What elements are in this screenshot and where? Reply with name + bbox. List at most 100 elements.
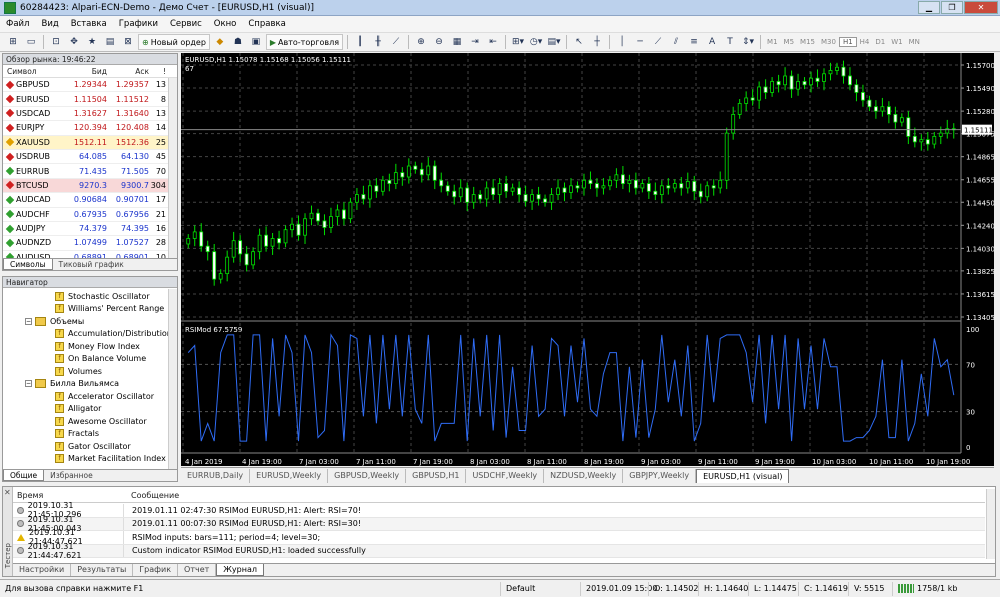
trendline-icon[interactable]: ⟋ (650, 34, 666, 50)
chart-tab[interactable]: USDCHF,Weekly (466, 469, 545, 483)
market-watch-row[interactable]: AUDJPY 74.379 74.395 16 (3, 222, 177, 237)
market-watch-row[interactable]: EURUSD 1.11504 1.11512 8 (3, 92, 177, 107)
vertical-line-icon[interactable]: │ (614, 34, 630, 50)
terminal-tab[interactable]: Настройки (13, 564, 72, 576)
tf-h1[interactable]: H1 (838, 37, 857, 47)
minimize-button[interactable]: ▁ (918, 1, 940, 14)
market-watch-row[interactable]: BTCUSD 9270.3 9300.7 304 (3, 178, 177, 194)
market-watch-row[interactable]: EURJPY 120.394 120.408 14 (3, 121, 177, 136)
market-watch-row[interactable]: USDRUB 64.085 64.130 45 (3, 150, 177, 165)
tf-m5[interactable]: M5 (781, 38, 798, 46)
tf-m15[interactable]: M15 (797, 38, 818, 46)
channel-icon[interactable]: ⫽ (668, 34, 684, 50)
market-watch-row[interactable]: USDCAD 1.31627 1.31640 13 (3, 107, 177, 122)
arrows-icon[interactable]: ⇕▾ (740, 34, 756, 50)
journal-scrollbar[interactable] (986, 489, 995, 559)
navigator-item[interactable]: − Объемы (3, 315, 177, 328)
tab-symbols[interactable]: Символы (3, 259, 53, 270)
market-watch-row[interactable]: EURRUB 71.435 71.505 70 (3, 164, 177, 179)
zoom-in-icon[interactable]: ⊕ (413, 34, 429, 50)
market-icon[interactable]: ▣ (248, 34, 264, 50)
navigator-item[interactable]: f Gator Oscillator (3, 440, 177, 453)
signals-icon[interactable]: ☗ (230, 34, 246, 50)
maximize-button[interactable]: ❐ (941, 1, 963, 14)
label-icon[interactable]: T (722, 34, 738, 50)
col-ask[interactable]: Аск (107, 67, 149, 76)
tf-h4[interactable]: H4 (857, 38, 873, 46)
navigator-item[interactable]: f Alligator (3, 403, 177, 416)
tf-d1[interactable]: D1 (872, 38, 888, 46)
market-watch-row[interactable]: AUDCHF 0.67935 0.67956 21 (3, 208, 177, 222)
market-watch-icon[interactable]: ⊡ (48, 34, 64, 50)
chart-tab[interactable]: GBPUSD,H1 (406, 469, 467, 483)
tf-mn[interactable]: MN (906, 38, 923, 46)
navigator-icon[interactable]: ★ (84, 34, 100, 50)
text-icon[interactable]: A (704, 34, 720, 50)
new-chart-icon[interactable]: ⊞ (5, 34, 21, 50)
col-spread[interactable]: ! (149, 67, 169, 76)
navigator-item[interactable]: − Билла Вильямса (3, 378, 177, 391)
menu-file[interactable]: Файл (0, 19, 35, 29)
col-symbol[interactable]: Символ (3, 67, 63, 76)
tab-favorites[interactable]: Избранное (44, 470, 99, 481)
market-watch-row[interactable]: AUDNZD 1.07499 1.07527 28 (3, 236, 177, 251)
journal-row[interactable]: 2019.10.31 21:45:00.043 2019.01.11 00:07:… (13, 515, 985, 533)
terminal-close-icon[interactable]: ✕ (4, 488, 11, 497)
terminal-tab[interactable]: Результаты (71, 564, 134, 576)
close-button[interactable]: ✕ (964, 1, 998, 14)
zoom-out-icon[interactable]: ⊖ (431, 34, 447, 50)
market-watch-row[interactable]: GBPUSD 1.29344 1.29357 13 (3, 78, 177, 93)
menu-window[interactable]: Окно (208, 19, 243, 29)
terminal-tab[interactable]: Отчет (178, 564, 217, 576)
chart-tab[interactable]: GBPJPY,Weekly (623, 469, 697, 483)
chart-tab[interactable]: EURRUB,Daily (181, 469, 251, 483)
journal-row[interactable]: 2019.10.31 21:44:47.621 Custom indicator … (13, 542, 985, 560)
navigator-scrollbar[interactable] (168, 289, 177, 469)
fibonacci-icon[interactable]: ≡ (686, 34, 702, 50)
col-message[interactable]: Сообщение (123, 491, 179, 500)
cursor-icon[interactable]: ↖ (571, 34, 587, 50)
line-chart-icon[interactable]: ⟋ (388, 34, 404, 50)
navigator-item[interactable]: f On Balance Volume (3, 353, 177, 366)
navigator-item[interactable]: f Williams' Percent Range (3, 303, 177, 316)
tab-tick-chart[interactable]: Тиковый график (53, 259, 130, 270)
tester-icon[interactable]: ⊠ (120, 34, 136, 50)
terminal-icon[interactable]: ▤ (102, 34, 118, 50)
chart-window[interactable]: EURUSD,H1 1.15078 1.15168 1.15056 1.1511… (181, 53, 994, 466)
profiles-icon[interactable]: ▭ (23, 34, 39, 50)
navigator-item[interactable]: f Market Facilitation Index (3, 453, 177, 466)
navigator-item[interactable]: f Stochastic Oscillator (3, 290, 177, 303)
menu-charts[interactable]: Графики (113, 19, 164, 29)
menu-help[interactable]: Справка (242, 19, 291, 29)
chart-tab[interactable]: GBPUSD,Weekly (328, 469, 407, 483)
journal-row[interactable]: 2019.10.31 21:44:47.621 RSIMod inputs: ba… (13, 528, 985, 546)
bar-chart-icon[interactable]: ┃ (352, 34, 368, 50)
col-time[interactable]: Время (13, 491, 123, 500)
new-order-button[interactable]: ⊕ Новый ордер (138, 34, 210, 50)
navigator-item[interactable]: f Awesome Oscillator (3, 415, 177, 428)
menu-view[interactable]: Вид (35, 19, 64, 29)
navigator-item[interactable]: f Volumes (3, 365, 177, 378)
collapse-icon[interactable]: − (25, 317, 32, 325)
data-window-icon[interactable]: ✥ (66, 34, 82, 50)
terminal-tab[interactable]: Журнал (216, 564, 264, 576)
tf-m1[interactable]: M1 (764, 38, 781, 46)
crosshair-icon[interactable]: ┼ (589, 34, 605, 50)
periods-icon[interactable]: ◷▾ (528, 34, 544, 50)
market-watch-scrollbar[interactable] (168, 78, 177, 258)
market-watch-row[interactable]: AUDCAD 0.90684 0.90701 17 (3, 193, 177, 208)
terminal-tab[interactable]: График (133, 564, 179, 576)
market-watch-row[interactable]: XAUUSD 1512.11 1512.36 25 (3, 135, 177, 150)
collapse-icon[interactable]: − (25, 380, 32, 388)
tf-m30[interactable]: M30 (818, 38, 839, 46)
journal-row[interactable]: 2019.10.31 21:45:10.296 2019.01.11 02:47:… (13, 501, 985, 519)
chart-tab[interactable]: EURUSD,Weekly (250, 469, 329, 483)
navigator-item[interactable]: f Fractals (3, 428, 177, 441)
menu-insert[interactable]: Вставка (65, 19, 113, 29)
candlestick-icon[interactable]: ╫ (370, 34, 386, 50)
autoscroll-icon[interactable]: ⇥ (467, 34, 483, 50)
chart-tab[interactable]: EURUSD,H1 (visual) (696, 469, 790, 483)
navigator-item[interactable]: f Money Flow Index (3, 340, 177, 353)
tf-w1[interactable]: W1 (888, 38, 905, 46)
horizontal-line-icon[interactable]: ─ (632, 34, 648, 50)
